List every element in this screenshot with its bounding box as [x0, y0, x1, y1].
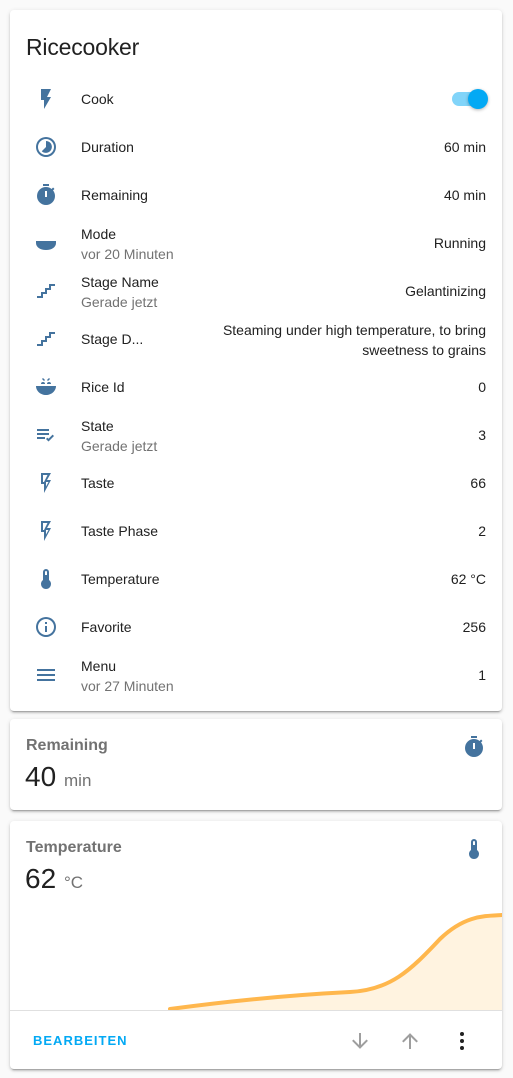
arrow-down-icon[interactable] [348, 1029, 372, 1053]
playlist-check-icon [34, 423, 58, 447]
entity-name: Taste Phase [81, 523, 159, 539]
card-title: Ricecooker [26, 34, 140, 60]
timer-icon [34, 183, 58, 207]
entity-secondary: Gerade jetzt [81, 294, 158, 310]
stairs-icon [34, 327, 58, 351]
entity-row-favorite[interactable]: Favorite 256 [10, 607, 502, 647]
entity-row-menu[interactable]: Menu vor 27 Minuten 1 [10, 655, 502, 695]
entity-name: Stage Name [81, 274, 159, 290]
sensor-value: 62 [25, 863, 57, 894]
entity-value: Running [433, 235, 486, 251]
entity-name: Remaining [81, 187, 148, 203]
thermometer-icon [34, 567, 58, 591]
flash-outline-icon [34, 519, 58, 543]
entity-name: Favorite [81, 619, 132, 635]
entities-card: Ricecooker Cook Duration 60 min Remainin… [10, 10, 502, 711]
flash-outline-icon [34, 471, 58, 495]
entity-row-stage-description[interactable]: Stage D... Steaming under high temperatu… [10, 319, 502, 359]
entity-secondary: vor 27 Minuten [81, 678, 174, 694]
entity-name: Mode [81, 226, 117, 242]
entity-row-rice-id[interactable]: Rice Id 0 [10, 367, 502, 407]
remaining-sensor-card[interactable]: Remaining 40 min [10, 719, 502, 810]
entity-secondary: Gerade jetzt [81, 438, 158, 454]
entity-name: State [81, 418, 114, 434]
card-actions: BEARBEITEN [10, 1010, 502, 1069]
flash-icon [34, 87, 58, 111]
dots-vertical-icon[interactable] [450, 1029, 474, 1053]
entity-value: 256 [462, 619, 486, 635]
entity-row-cook[interactable]: Cook [10, 79, 502, 119]
rice-icon [34, 375, 58, 399]
entity-name: Menu [81, 658, 117, 674]
entity-value: Gelantinizing [405, 283, 486, 299]
entity-value: 1 [478, 667, 486, 683]
cook-toggle[interactable] [450, 89, 488, 109]
entity-value: 60 min [443, 139, 486, 155]
temperature-sensor-card[interactable]: Temperature 62 °C BEARBEITEN [10, 821, 502, 1069]
entity-value: 66 [470, 475, 486, 491]
entity-name: Taste [81, 475, 115, 491]
entity-row-stage-name[interactable]: Stage Name Gerade jetzt Gelantinizing [10, 271, 502, 311]
temperature-history-graph [168, 913, 502, 1011]
sensor-unit: min [64, 771, 92, 790]
entity-row-duration[interactable]: Duration 60 min [10, 127, 502, 167]
entity-value: 0 [478, 379, 486, 395]
entity-value: Steaming under high temperature, to brin… [222, 322, 486, 358]
entity-row-taste[interactable]: Taste 66 [10, 463, 502, 503]
entity-value: 40 min [443, 187, 486, 203]
timelapse-icon [34, 135, 58, 159]
sensor-value: 40 [25, 761, 57, 792]
thermometer-icon [462, 837, 486, 861]
entity-row-mode[interactable]: Mode vor 20 Minuten Running [10, 223, 502, 263]
sensor-name: Remaining [26, 737, 108, 754]
entity-name: Cook [81, 91, 114, 107]
entity-name: Duration [81, 139, 134, 155]
entity-secondary: vor 20 Minuten [81, 246, 174, 262]
entity-row-remaining[interactable]: Remaining 40 min [10, 175, 502, 215]
entity-name: Stage D... [81, 331, 144, 347]
entity-value: 3 [478, 427, 486, 443]
arrow-up-icon[interactable] [398, 1029, 422, 1053]
entity-name: Rice Id [81, 379, 125, 395]
entity-row-taste-phase[interactable]: Taste Phase 2 [10, 511, 502, 551]
stairs-icon [34, 279, 58, 303]
entity-name: Temperature [81, 571, 160, 587]
menu-icon [34, 663, 58, 687]
entity-value: 62 °C [450, 571, 486, 587]
sensor-unit: °C [64, 873, 84, 892]
bowl-icon [34, 231, 58, 255]
entity-row-state[interactable]: State Gerade jetzt 3 [10, 415, 502, 455]
entity-value: 2 [478, 523, 486, 539]
edit-button[interactable]: BEARBEITEN [33, 1033, 128, 1048]
entity-row-temperature[interactable]: Temperature 62 °C [10, 559, 502, 599]
sensor-name: Temperature [26, 839, 122, 856]
information-outline-icon [34, 615, 58, 639]
timer-icon [462, 735, 486, 759]
